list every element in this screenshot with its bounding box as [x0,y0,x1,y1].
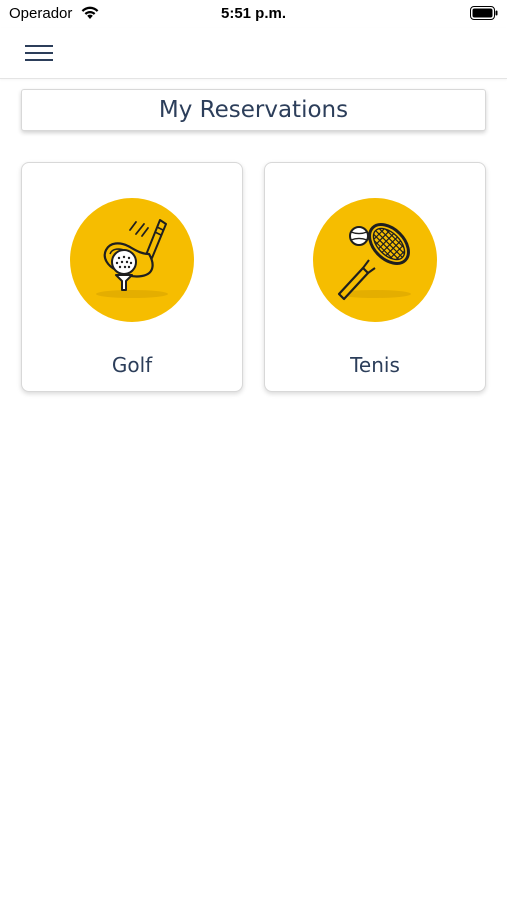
clock-time: 5:51 p.m. [220,5,287,22]
page-title-box: My Reservations [21,89,486,131]
tennis-racket-ball-icon [313,198,437,322]
battery-icon [470,6,498,20]
navigation-bar [0,28,507,79]
status-bar: Operador 5:51 p.m. [0,0,507,28]
hamburger-menu-icon[interactable] [20,38,58,68]
golf-card[interactable]: Golf [21,162,243,392]
page-title: My Reservations [158,97,349,123]
golf-club-ball-icon [70,198,194,322]
tennis-card-label: Tenis [350,353,400,377]
golf-card-label: Golf [111,353,153,377]
tennis-card[interactable]: Tenis [264,162,486,392]
